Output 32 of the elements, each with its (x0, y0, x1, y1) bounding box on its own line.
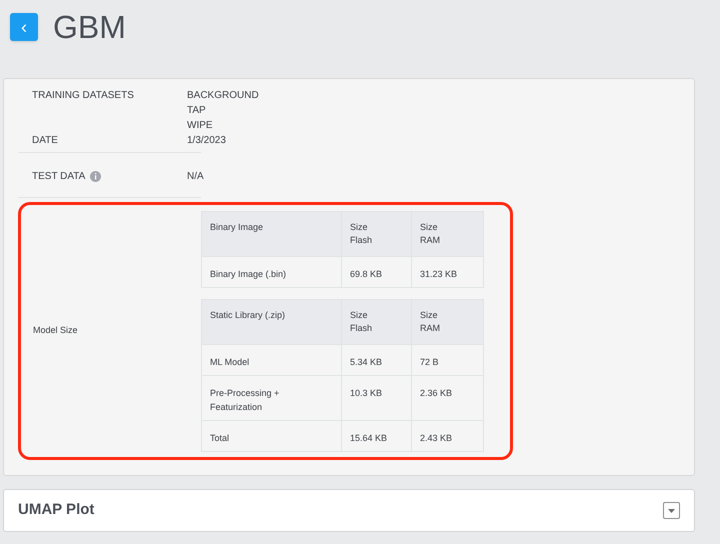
column-header: Static Library (.zip) (202, 299, 342, 344)
column-header: Size RAM (412, 299, 484, 344)
expand-button[interactable] (663, 502, 680, 519)
table-cell: 2.36 KB (412, 375, 484, 420)
table-cell: 2.43 KB (412, 420, 484, 451)
section-title: UMAP Plot (18, 500, 94, 520)
table-cell: 15.64 KB (342, 420, 412, 451)
column-header: Size RAM (412, 211, 484, 256)
field-value: WIPE (187, 119, 214, 133)
table-cell: 31.23 KB (412, 256, 484, 287)
field-label: TEST DATA (32, 170, 86, 184)
table-cell: 72 B (412, 344, 484, 375)
field-value: TAP (187, 104, 207, 118)
model-size-label: Model Size (32, 324, 79, 338)
column-header: Size Flash (342, 211, 412, 256)
page-title: GBM (53, 11, 126, 43)
field-label: DATE (32, 134, 58, 148)
table-cell: Binary Image (.bin) (202, 256, 342, 287)
table-cell: 69.8 KB (342, 256, 412, 287)
field-label: TRAINING DATASETS (32, 89, 134, 103)
column-header: Size Flash (342, 299, 412, 344)
field-value: 1/3/2023 (187, 134, 226, 148)
field-value: N/A (187, 170, 204, 184)
field-value: BACKGROUND (187, 89, 259, 103)
column-header: Binary Image (202, 211, 342, 256)
table-cell: ML Model (202, 344, 342, 375)
table-cell: 10.3 KB (342, 375, 412, 420)
table-cell: Pre-Processing + Featurization (202, 375, 342, 420)
back-button[interactable]: ‹ (10, 13, 38, 41)
table-cell: 5.34 KB (342, 344, 412, 375)
table-cell: Total (202, 420, 342, 451)
caret-icon (668, 508, 675, 512)
